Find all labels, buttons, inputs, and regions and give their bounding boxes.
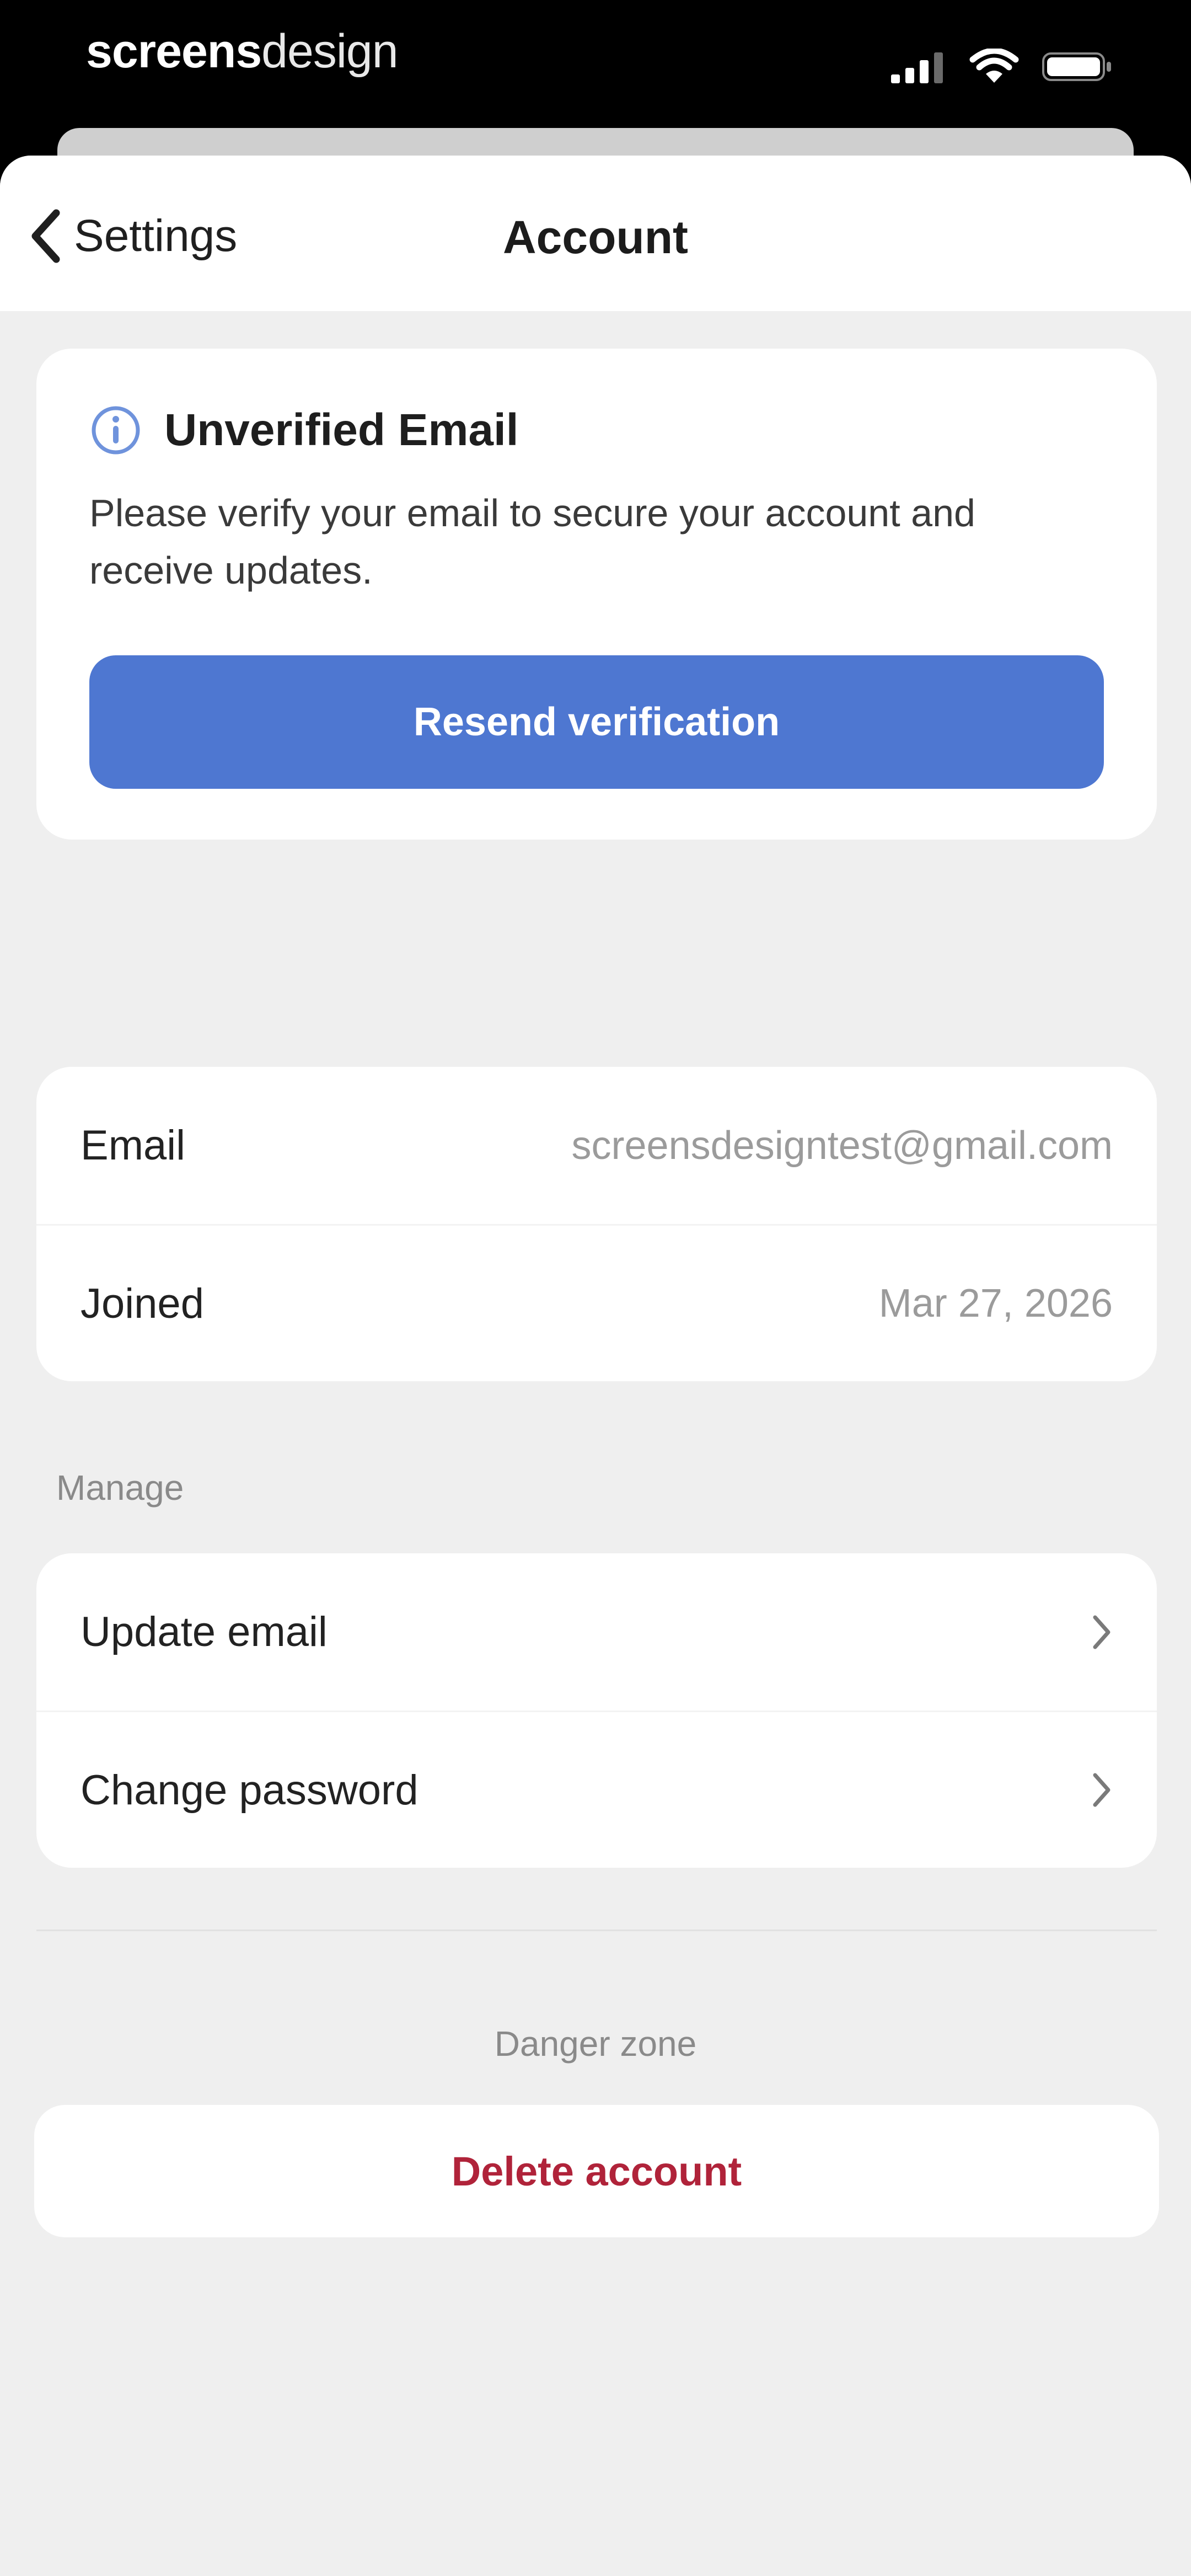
account-screen: Settings Account Unverified Email Please… bbox=[0, 156, 1191, 2576]
battery-icon bbox=[1042, 52, 1111, 81]
update-email-label: Update email bbox=[81, 1608, 328, 1655]
email-value: screensdesigntest@gmail.com bbox=[571, 1123, 1113, 1168]
manage-card: Update email Change password bbox=[36, 1553, 1157, 1868]
chevron-right-icon bbox=[1093, 1615, 1110, 1649]
section-divider bbox=[36, 1930, 1157, 1931]
verify-header: Unverified Email bbox=[89, 404, 519, 457]
manage-section-label: Manage bbox=[56, 1468, 184, 1508]
change-password-item[interactable]: Change password bbox=[36, 1711, 1157, 1868]
email-label: Email bbox=[81, 1122, 186, 1169]
cellular-signal-icon bbox=[891, 52, 943, 83]
status-bar: screensdesign bbox=[0, 0, 1191, 127]
chevron-right-icon bbox=[1093, 1773, 1110, 1807]
brand-logo: screensdesign bbox=[86, 25, 399, 78]
navigation-bar: Settings Account bbox=[0, 156, 1191, 311]
account-info-card: Email screensdesigntest@gmail.com Joined… bbox=[36, 1067, 1157, 1381]
danger-zone-label: Danger zone bbox=[494, 2024, 697, 2064]
unverified-email-card: Unverified Email Please verify your emai… bbox=[36, 349, 1157, 840]
delete-account-label: Delete account bbox=[451, 2148, 742, 2194]
update-email-item[interactable]: Update email bbox=[36, 1553, 1157, 1711]
joined-value: Mar 27, 2026 bbox=[878, 1281, 1113, 1326]
joined-row: Joined Mar 27, 2026 bbox=[36, 1224, 1157, 1381]
verify-title: Unverified Email bbox=[164, 405, 519, 455]
resend-verification-button[interactable]: Resend verification bbox=[89, 655, 1104, 789]
page-title: Account bbox=[503, 211, 688, 263]
wifi-icon bbox=[969, 49, 1019, 83]
status-icons bbox=[891, 49, 1114, 85]
delete-account-button[interactable]: Delete account bbox=[34, 2105, 1159, 2237]
joined-label: Joined bbox=[81, 1280, 204, 1327]
change-password-label: Change password bbox=[81, 1766, 419, 1814]
verify-message: Please verify your email to secure your … bbox=[89, 491, 975, 592]
info-icon bbox=[92, 406, 140, 455]
email-row: Email screensdesigntest@gmail.com bbox=[36, 1067, 1157, 1224]
